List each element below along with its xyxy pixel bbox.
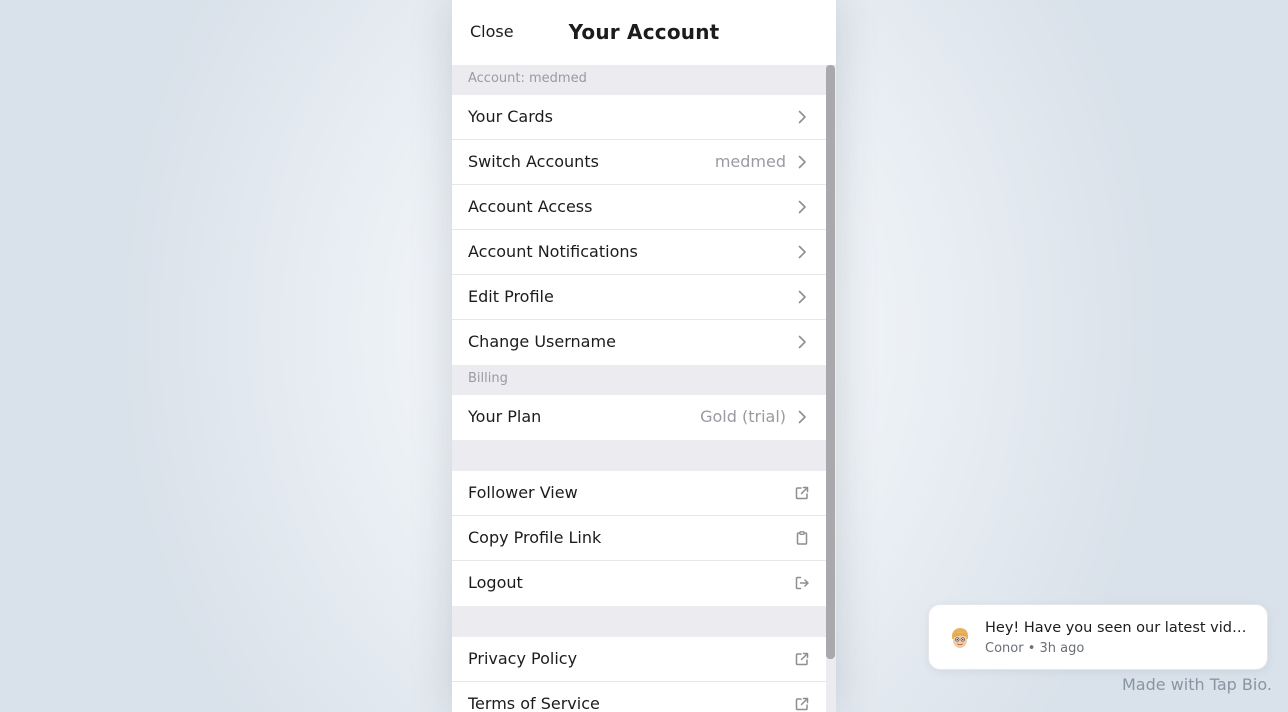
row-label: Account Access	[468, 197, 593, 216]
row-privacy-policy[interactable]: Privacy Policy	[452, 637, 826, 682]
row-follower-view[interactable]: Follower View	[452, 471, 826, 516]
row-your-cards[interactable]: Your Cards	[452, 95, 826, 140]
row-change-username[interactable]: Change Username	[452, 320, 826, 365]
row-label: Switch Accounts	[468, 152, 599, 171]
row-label: Your Plan	[468, 407, 542, 426]
row-terms-of-service[interactable]: Terms of Service	[452, 682, 826, 712]
row-label: Follower View	[468, 483, 578, 502]
row-label: Edit Profile	[468, 287, 554, 306]
made-with-tap-bio-link[interactable]: Made with Tap Bio.	[1122, 675, 1272, 694]
page-title: Your Account	[568, 20, 720, 44]
row-label: Your Cards	[468, 107, 554, 126]
row-copy-profile-link[interactable]: Copy Profile Link	[452, 516, 826, 561]
row-label: Change Username	[468, 332, 616, 351]
notification-toast[interactable]: Hey! Have you seen our latest vid… Conor…	[928, 604, 1268, 670]
chevron-right-icon	[798, 245, 806, 259]
row-switch-accounts[interactable]: Switch Accounts medmed	[452, 140, 826, 185]
section-spacer	[452, 606, 826, 637]
external-link-icon	[795, 486, 809, 500]
row-logout[interactable]: Logout	[452, 561, 826, 606]
section-header-account: Account: medmed	[452, 65, 826, 95]
chevron-right-icon	[798, 290, 806, 304]
scrollbar-thumb[interactable]	[826, 65, 835, 659]
settings-list: Account: medmed Your Cards Switch Accoun…	[452, 65, 826, 712]
modal-header: Close Your Account	[452, 0, 836, 66]
notification-meta: Conor • 3h ago	[985, 641, 1085, 656]
section-spacer	[452, 440, 826, 471]
row-your-plan[interactable]: Your Plan Gold (trial)	[452, 395, 826, 440]
external-link-icon	[795, 652, 809, 666]
logout-icon	[795, 576, 809, 590]
chevron-right-icon	[798, 110, 806, 124]
row-value: medmed	[714, 152, 786, 171]
notification-message: Hey! Have you seen our latest vid…	[985, 620, 1247, 636]
row-label: Logout	[468, 573, 523, 592]
clipboard-icon	[796, 531, 808, 545]
chevron-right-icon	[798, 335, 806, 349]
row-account-notifications[interactable]: Account Notifications	[452, 230, 826, 275]
row-value: Gold (trial)	[700, 407, 786, 426]
row-account-access[interactable]: Account Access	[452, 185, 826, 230]
chevron-right-icon	[798, 200, 806, 214]
row-label: Privacy Policy	[468, 649, 578, 668]
chevron-right-icon	[798, 155, 806, 169]
row-label: Terms of Service	[468, 694, 600, 712]
section-header-billing: Billing	[452, 365, 826, 395]
account-modal: Close Your Account Account: medmed Your …	[452, 0, 836, 712]
row-edit-profile[interactable]: Edit Profile	[452, 275, 826, 320]
row-label: Account Notifications	[468, 242, 638, 261]
row-label: Copy Profile Link	[468, 528, 602, 547]
external-link-icon	[795, 697, 809, 711]
chevron-right-icon	[798, 410, 806, 424]
avatar-icon	[952, 628, 968, 648]
